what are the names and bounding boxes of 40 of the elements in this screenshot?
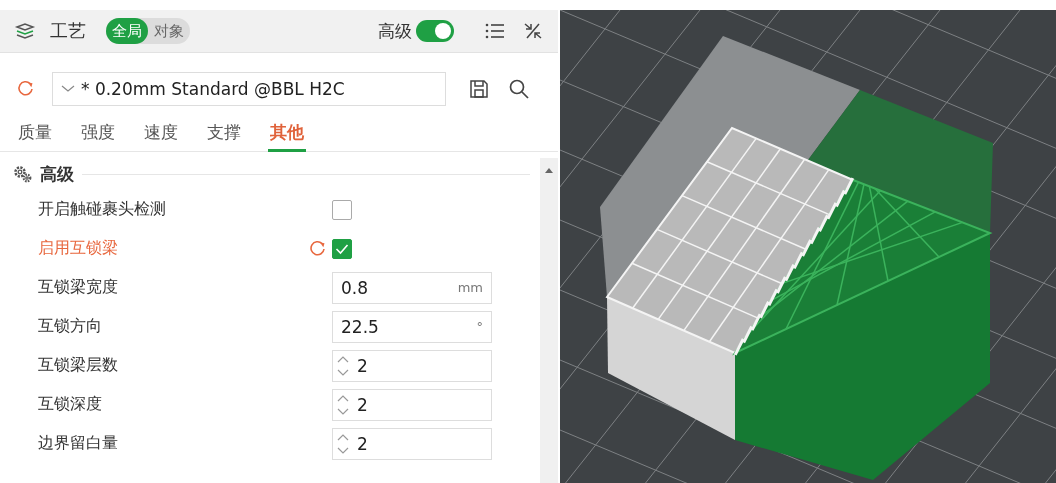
value-field[interactable]: 22.5 °: [332, 310, 492, 343]
scope-option[interactable]: 对象: [148, 18, 190, 44]
unit-label: mm: [457, 280, 483, 295]
reset-icon[interactable]: [16, 79, 36, 99]
setting-label: 启用互锁梁: [38, 238, 119, 259]
list-icon[interactable]: [484, 21, 506, 41]
spin-field[interactable]: 2: [332, 349, 492, 382]
settings-tab[interactable]: 支撑: [205, 115, 243, 152]
scroll-up-icon[interactable]: [544, 166, 554, 174]
section-title: 高级: [40, 162, 74, 186]
setting-label: 互锁梁层数: [38, 355, 119, 376]
setting-label: 互锁梁宽度: [38, 277, 119, 298]
spin-field[interactable]: 2: [332, 427, 492, 460]
settings-tab[interactable]: 质量: [16, 115, 54, 152]
panel-title: 工艺: [50, 19, 86, 43]
settings-tab[interactable]: 其他: [268, 115, 306, 152]
setting-label: 开启触碰裹头检测: [38, 199, 167, 220]
reset-icon[interactable]: [308, 238, 328, 259]
checkmark-icon: [335, 242, 349, 255]
advanced-label: 高级: [378, 19, 412, 43]
unit-label: °: [476, 319, 483, 334]
setting-label: 互锁深度: [38, 394, 103, 415]
preset-dropdown[interactable]: * 0.20mm Standard @BBL H2C: [52, 72, 446, 106]
value-field[interactable]: 0.8 mm: [332, 271, 492, 304]
save-icon[interactable]: [468, 78, 490, 100]
advanced-switch[interactable]: [416, 20, 454, 42]
caret-icon: [61, 84, 75, 94]
search-icon[interactable]: [508, 78, 530, 100]
checkbox[interactable]: [332, 199, 352, 220]
spin-field[interactable]: 2: [332, 388, 492, 421]
scrollbar[interactable]: [540, 158, 558, 483]
layers-icon: [14, 21, 36, 41]
settings-tab[interactable]: 速度: [142, 115, 180, 152]
gear-icon: [12, 164, 34, 184]
checkbox[interactable]: [332, 238, 352, 259]
scope-toggle[interactable]: 全局 对象: [106, 18, 190, 44]
settings-tab[interactable]: 强度: [79, 115, 117, 152]
setting-label: 边界留白量: [38, 433, 119, 454]
setting-label: 互锁方向: [38, 316, 103, 337]
collapse-icon[interactable]: [522, 21, 544, 41]
